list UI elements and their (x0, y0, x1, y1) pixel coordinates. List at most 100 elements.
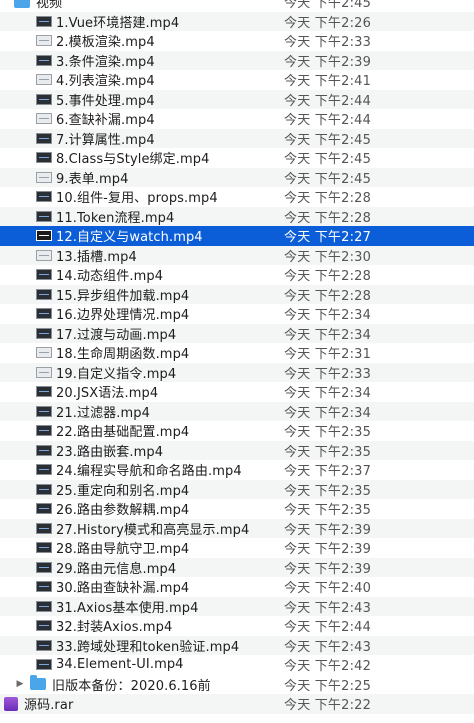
file-row[interactable]: 12.自定义与watch.mp4 今天 下午2:27 (0, 226, 474, 246)
file-date: 今天 下午2:31 (284, 347, 372, 363)
file-name-cell: 31.Axios基本使用.mp4 (0, 597, 316, 617)
file-name-cell: 34.Element-UI.mp4 (0, 655, 316, 675)
file-row[interactable]: 11.Token流程.mp4 今天 下午2:28 (0, 206, 474, 227)
file-row[interactable]: 33.跨域处理和token验证.mp4 今天 下午2:43 (0, 635, 474, 656)
file-name: 7.计算属性.mp4 (56, 132, 155, 148)
rar-archive-icon (4, 696, 18, 711)
file-row[interactable]: 28.路由导航守卫.mp4 今天 下午2:39 (0, 538, 474, 558)
file-name-cell: 29.路由元信息.mp4 (0, 558, 316, 578)
video-thumbnail-icon (36, 347, 52, 359)
file-row[interactable]: 16.边界处理情况.mp4 今天 下午2:34 (0, 304, 474, 324)
subfolder-row-old-backup[interactable]: ▶ 旧版本备份：2020.6.16前 今天 下午2:25 (0, 675, 474, 695)
video-thumbnail-icon (36, 171, 52, 183)
file-row[interactable]: 20.JSX语法.mp4 今天 下午2:34 (0, 382, 474, 402)
file-name-cell: 16.边界处理情况.mp4 (0, 304, 316, 324)
file-name-cell: 27.History模式和高亮显示.mp4 (0, 519, 316, 539)
file-name: 26.路由参数解耦.mp4 (56, 503, 190, 519)
file-date: 今天 下午2:35 (284, 483, 372, 499)
video-thumbnail-icon (36, 249, 52, 261)
file-name: 9.表单.mp4 (56, 171, 129, 187)
file-row[interactable]: 6.查缺补漏.mp4 今天 下午2:44 (0, 109, 474, 129)
folder-date: 今天 下午2:45 (284, 0, 372, 12)
file-name: 3.条件渲染.mp4 (56, 54, 155, 70)
file-date: 今天 下午2:37 (284, 464, 372, 480)
file-row[interactable]: 23.路由嵌套.mp4 今天 下午2:35 (0, 440, 474, 460)
file-row[interactable]: 30.路由查缺补漏.mp4 今天 下午2:40 (0, 577, 474, 597)
video-thumbnail-icon (36, 210, 52, 222)
folder-icon (14, 0, 30, 8)
file-name-cell: 17.过渡与动画.mp4 (0, 324, 316, 344)
file-name-cell: 33.跨域处理和token验证.mp4 (0, 636, 316, 656)
video-thumbnail-icon (36, 522, 52, 534)
file-row[interactable]: 24.编程实导航和命名路由.mp4 今天 下午2:37 (0, 460, 474, 480)
file-date: 今天 下午2:45 (284, 152, 372, 168)
file-date: 今天 下午2:39 (284, 561, 372, 577)
file-name: 18.生命周期函数.mp4 (56, 347, 190, 363)
file-row[interactable]: 10.组件-复用、props.mp4 今天 下午2:28 (0, 187, 474, 207)
file-row[interactable]: 4.列表渲染.mp4 今天 下午2:41 (0, 70, 474, 90)
file-date: 今天 下午2:43 (284, 600, 372, 616)
file-name-cell: 15.异步组件加载.mp4 (0, 285, 316, 305)
subfolder-date: 今天 下午2:25 (284, 678, 372, 694)
file-name: 2.模板渲染.mp4 (56, 35, 155, 51)
file-date: 今天 下午2:40 (284, 581, 372, 597)
file-row[interactable]: 1.Vue环境搭建.mp4 今天 下午2:26 (0, 11, 474, 31)
file-row[interactable]: 14.动态组件.mp4 今天 下午2:28 (0, 265, 474, 285)
folder-row-videos[interactable]: 视频 今天 下午2:45 (0, 0, 474, 12)
file-row[interactable]: 25.重定向和别名.mp4 今天 下午2:35 (0, 479, 474, 499)
file-name-cell: 26.路由参数解耦.mp4 (0, 499, 316, 519)
file-name-cell: 18.生命周期函数.mp4 (0, 343, 316, 363)
file-date: 今天 下午2:26 (284, 15, 372, 31)
file-row[interactable]: 18.生命周期函数.mp4 今天 下午2:31 (0, 343, 474, 363)
file-name: 5.事件处理.mp4 (56, 93, 155, 109)
file-row[interactable]: 31.Axios基本使用.mp4 今天 下午2:43 (0, 596, 474, 617)
file-row[interactable]: 32.封装Axios.mp4 今天 下午2:44 (0, 616, 474, 636)
video-thumbnail-icon (36, 425, 52, 437)
file-name: 21.过滤器.mp4 (56, 405, 150, 421)
file-date: 今天 下午2:27 (284, 230, 372, 246)
video-thumbnail-icon (36, 152, 52, 164)
file-row[interactable]: 19.自定义指令.mp4 今天 下午2:33 (0, 362, 474, 382)
file-row[interactable]: 15.异步组件加载.mp4 今天 下午2:28 (0, 284, 474, 305)
file-name-cell: 7.计算属性.mp4 (0, 129, 316, 149)
file-name-cell: 11.Token流程.mp4 (0, 207, 316, 227)
file-name: 17.过渡与动画.mp4 (56, 327, 177, 343)
file-date: 今天 下午2:28 (284, 288, 372, 304)
video-thumbnail-icon (36, 464, 52, 476)
file-row[interactable]: 21.过滤器.mp4 今天 下午2:34 (0, 401, 474, 421)
file-name: 32.封装Axios.mp4 (56, 620, 173, 636)
file-date: 今天 下午2:35 (284, 425, 372, 441)
file-row[interactable]: 17.过渡与动画.mp4 今天 下午2:34 (0, 323, 474, 344)
file-row[interactable]: 8.Class与Style绑定.mp4 今天 下午2:45 (0, 148, 474, 168)
video-thumbnail-icon (36, 542, 52, 554)
file-row[interactable]: 9.表单.mp4 今天 下午2:45 (0, 167, 474, 188)
file-row[interactable]: 5.事件处理.mp4 今天 下午2:44 (0, 89, 474, 110)
file-row[interactable]: 27.History模式和高亮显示.mp4 今天 下午2:39 (0, 518, 474, 539)
video-thumbnail-icon (36, 366, 52, 378)
file-name: 20.JSX语法.mp4 (56, 386, 159, 402)
video-thumbnail-icon (36, 386, 52, 398)
file-row[interactable]: 3.条件渲染.mp4 今天 下午2:39 (0, 50, 474, 70)
file-row[interactable]: 34.Element-UI.mp4 今天 下午2:42 (0, 655, 474, 675)
folder-icon (30, 675, 46, 691)
file-row[interactable]: 29.路由元信息.mp4 今天 下午2:39 (0, 557, 474, 578)
file-row[interactable]: 22.路由基础配置.mp4 今天 下午2:35 (0, 421, 474, 441)
file-date: 今天 下午2:33 (284, 366, 372, 382)
video-thumbnail-icon (36, 191, 52, 203)
file-name-cell: 5.事件处理.mp4 (0, 90, 316, 110)
file-name-cell: 9.表单.mp4 (0, 168, 316, 188)
file-date: 今天 下午2:39 (284, 522, 372, 538)
file-name-cell: 12.自定义与watch.mp4 (0, 226, 316, 246)
file-row[interactable]: 26.路由参数解耦.mp4 今天 下午2:35 (0, 499, 474, 519)
disclosure-triangle-icon[interactable]: ▶ (14, 679, 26, 689)
file-row[interactable]: 13.插槽.mp4 今天 下午2:30 (0, 245, 474, 265)
subfolder-name: 旧版本备份：2020.6.16前 (52, 678, 211, 694)
file-row[interactable]: 7.计算属性.mp4 今天 下午2:45 (0, 128, 474, 149)
archive-row-source-rar[interactable]: 源码.rar 今天 下午2:22 (0, 694, 474, 714)
video-thumbnail-icon (36, 561, 52, 573)
file-date: 今天 下午2:44 (284, 113, 372, 129)
file-name: 30.路由查缺补漏.mp4 (56, 581, 190, 597)
file-name: 29.路由元信息.mp4 (56, 561, 177, 577)
file-name-cell: 20.JSX语法.mp4 (0, 382, 316, 402)
file-row[interactable]: 2.模板渲染.mp4 今天 下午2:33 (0, 31, 474, 51)
